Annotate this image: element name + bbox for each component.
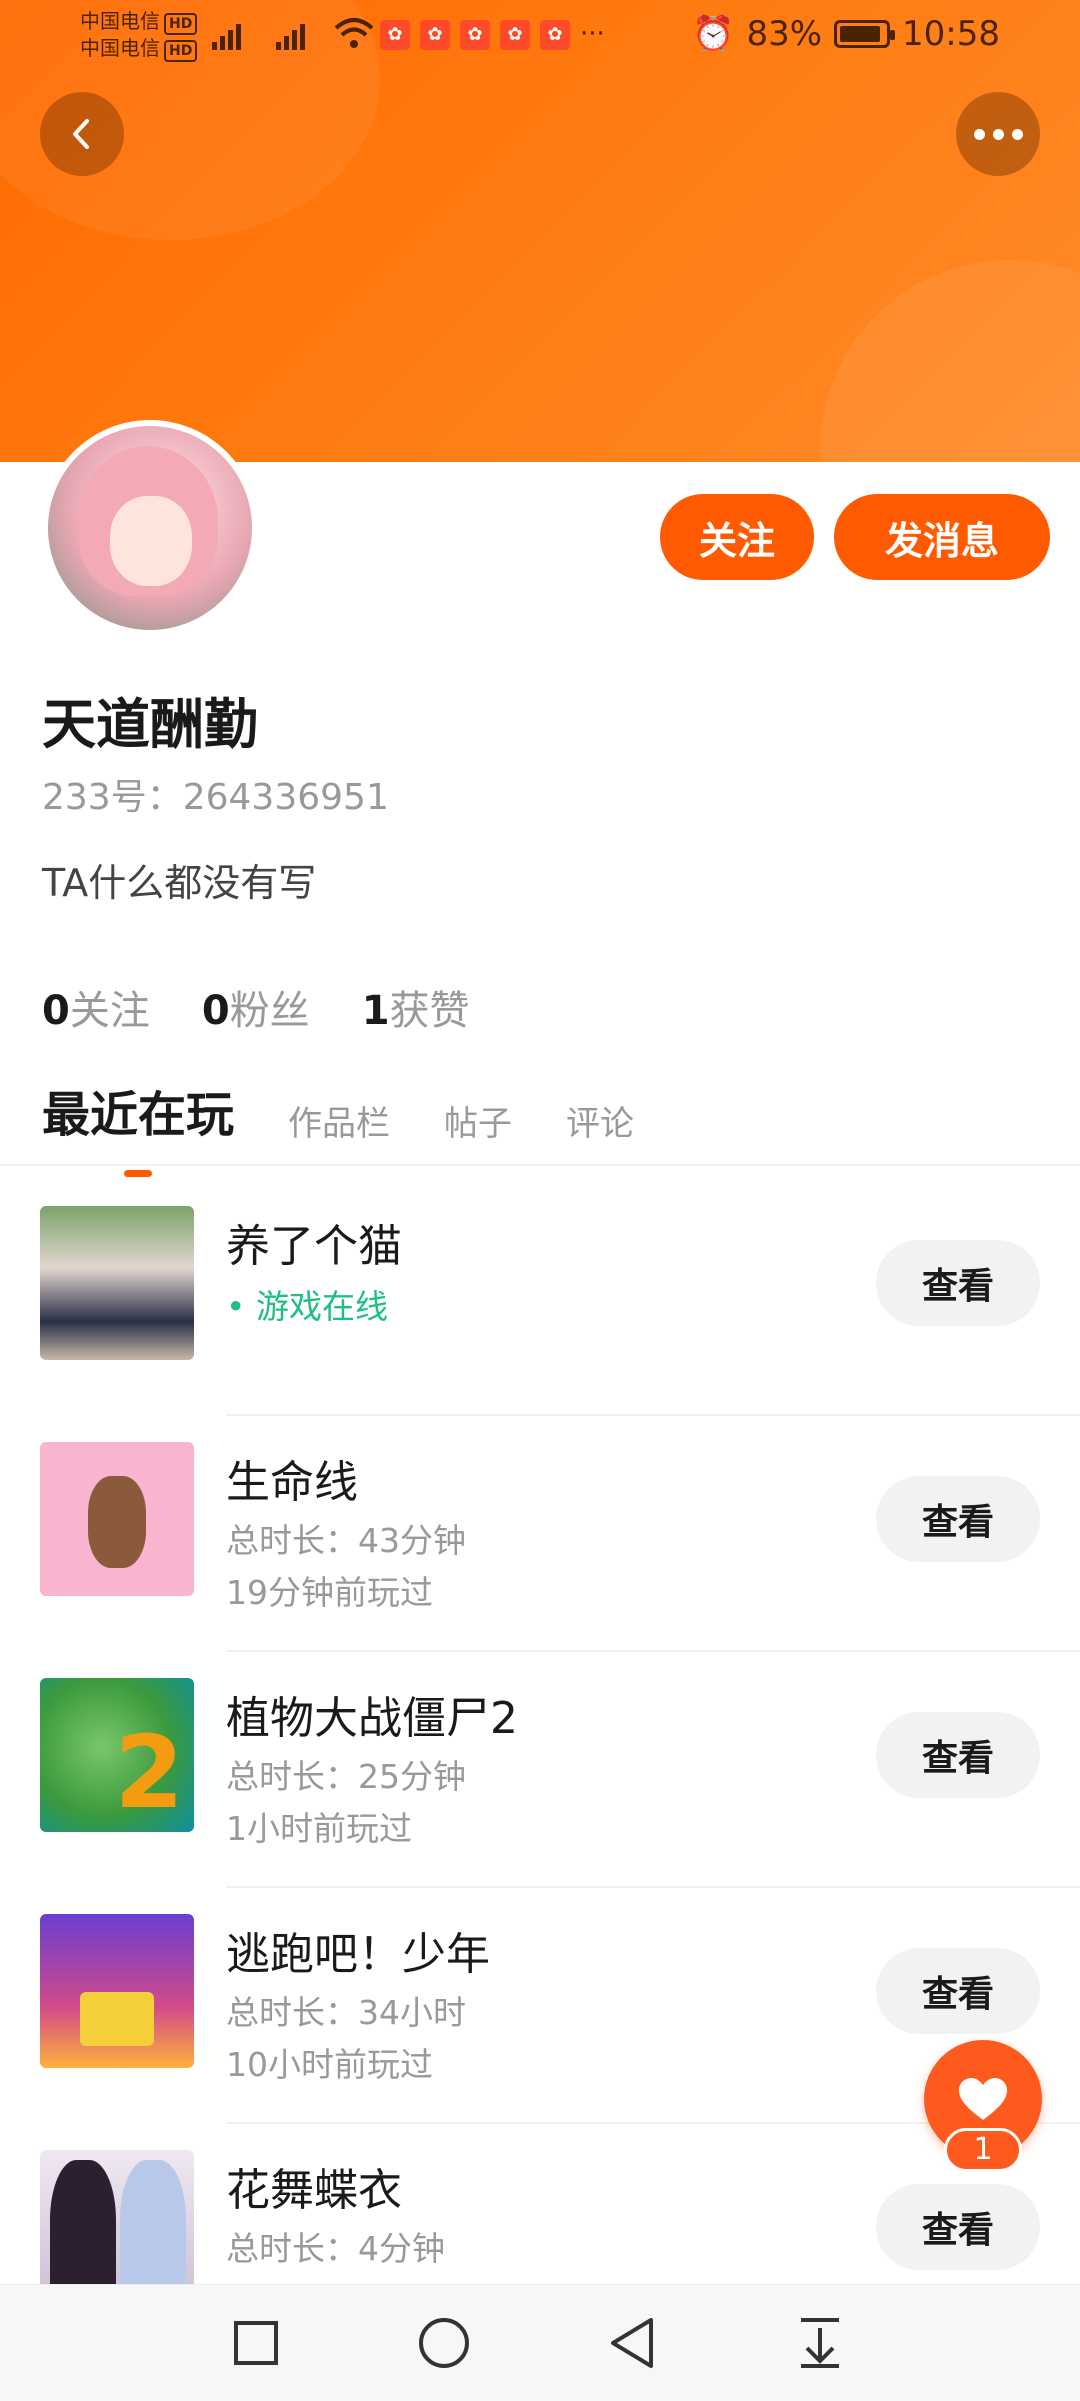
- notification-icons: ✿ ✿ ✿ ✿ ✿ ···: [380, 20, 605, 50]
- game-thumbnail: [40, 1442, 194, 1596]
- list-item[interactable]: 逃跑吧！少年 总时长：34小时 10小时前玩过 查看: [0, 1888, 1080, 2124]
- more-dots-icon: [973, 128, 1023, 140]
- app-notification-icon: ✿: [460, 20, 490, 50]
- carrier-name: 中国电信: [80, 36, 160, 60]
- user-bio: TA什么都没有写: [42, 861, 317, 905]
- profile-tabs: 最近在玩 作品栏 帖子 评论: [42, 1075, 634, 1177]
- avatar[interactable]: [42, 420, 258, 636]
- game-title: 植物大战僵尸2: [226, 1693, 518, 1744]
- hd-badge: HD: [164, 40, 198, 62]
- view-button[interactable]: 查看: [876, 1240, 1040, 1326]
- carrier-info: 中国电信 HD 中国电信 HD: [80, 8, 198, 62]
- list-item[interactable]: 2 植物大战僵尸2 总时长：25分钟 1小时前玩过 查看: [0, 1652, 1080, 1888]
- clock: 10:58: [902, 14, 1000, 54]
- follow-button[interactable]: 关注: [660, 494, 814, 580]
- floating-like-button[interactable]: 1: [924, 2040, 1042, 2172]
- hd-badge: HD: [164, 13, 198, 35]
- heart-icon: [959, 2078, 1007, 2120]
- last-played: 10小时前玩过: [226, 2045, 433, 2084]
- game-title: 花舞蝶衣: [226, 2165, 402, 2216]
- game-thumbnail: [40, 2150, 194, 2284]
- game-thumbnail: [40, 1914, 194, 2068]
- banner-decoration: [820, 260, 1080, 462]
- tab-indicator: [124, 1170, 152, 1177]
- list-item[interactable]: 花舞蝶衣 总时长：4分钟 查看: [0, 2124, 1080, 2284]
- view-button[interactable]: 查看: [876, 1948, 1040, 2034]
- system-nav-bar: [0, 2284, 1080, 2401]
- chevron-left-icon: [73, 119, 89, 149]
- view-button[interactable]: 查看: [876, 1712, 1040, 1798]
- status-bar: 中国电信 HD 中国电信 HD ✿ ✿ ✿ ✿ ✿ ··· ⏰ 83% 10:58: [0, 0, 1080, 72]
- wifi-icon: [334, 16, 374, 58]
- app-notification-icon: ✿: [500, 20, 530, 50]
- profile-stats: 0关注 0粉丝 1获赞: [42, 978, 470, 1036]
- tab-posts[interactable]: 帖子: [444, 1096, 512, 1149]
- list-item[interactable]: 生命线 总时长：43分钟 19分钟前玩过 查看: [0, 1416, 1080, 1652]
- view-button[interactable]: 查看: [876, 1476, 1040, 1562]
- view-button[interactable]: 查看: [876, 2184, 1040, 2270]
- square-icon[interactable]: [226, 2313, 286, 2373]
- tab-comments[interactable]: 评论: [566, 1096, 634, 1149]
- divider: [0, 1164, 1080, 1166]
- signal-icon: [212, 18, 241, 50]
- play-duration: 总时长：34小时: [226, 1993, 466, 2032]
- alarm-icon: ⏰: [692, 14, 735, 54]
- play-duration: 总时长：4分钟: [226, 2229, 445, 2268]
- app-notification-icon: ✿: [380, 20, 410, 50]
- carrier-name: 中国电信: [80, 9, 160, 33]
- stat-likes[interactable]: 1获赞: [362, 978, 470, 1036]
- app-notification-icon: ✿: [540, 20, 570, 50]
- back-button[interactable]: [40, 92, 124, 176]
- stat-fans[interactable]: 0粉丝: [202, 978, 310, 1036]
- app-notification-icon: ✿: [420, 20, 450, 50]
- tab-works[interactable]: 作品栏: [288, 1096, 390, 1149]
- avatar-image: [48, 426, 252, 630]
- user-id: 233号：264336951: [42, 777, 389, 818]
- battery-percent: 83%: [746, 14, 823, 54]
- send-message-button[interactable]: 发消息: [834, 494, 1050, 580]
- last-played: 19分钟前玩过: [226, 1573, 433, 1612]
- tab-recently-played[interactable]: 最近在玩: [42, 1075, 234, 1177]
- status-right: ⏰ 83% 10:58: [692, 14, 1000, 54]
- game-title: 逃跑吧！少年: [226, 1929, 490, 1980]
- username: 天道酬勤: [42, 693, 258, 756]
- stat-following[interactable]: 0关注: [42, 978, 150, 1036]
- play-duration: 总时长：43分钟: [226, 1521, 466, 1560]
- online-status: 游戏在线: [226, 1280, 388, 1328]
- signal-icon: [276, 18, 305, 50]
- more-notifications: ···: [580, 19, 605, 49]
- game-thumbnail: 2: [40, 1678, 194, 1832]
- game-title: 生命线: [226, 1457, 358, 1508]
- list-item[interactable]: 养了个猫 游戏在线 查看: [0, 1180, 1080, 1416]
- last-played: 1小时前玩过: [226, 1809, 412, 1848]
- more-button[interactable]: [956, 92, 1040, 176]
- circle-icon[interactable]: [414, 2313, 474, 2373]
- game-title: 养了个猫: [226, 1221, 402, 1272]
- like-count-badge: 1: [944, 2128, 1022, 2172]
- play-duration: 总时长：25分钟: [226, 1757, 466, 1796]
- battery-icon: [834, 20, 896, 48]
- download-icon[interactable]: [790, 2313, 850, 2373]
- game-thumbnail: [40, 1206, 194, 1360]
- triangle-back-icon[interactable]: [602, 2313, 662, 2373]
